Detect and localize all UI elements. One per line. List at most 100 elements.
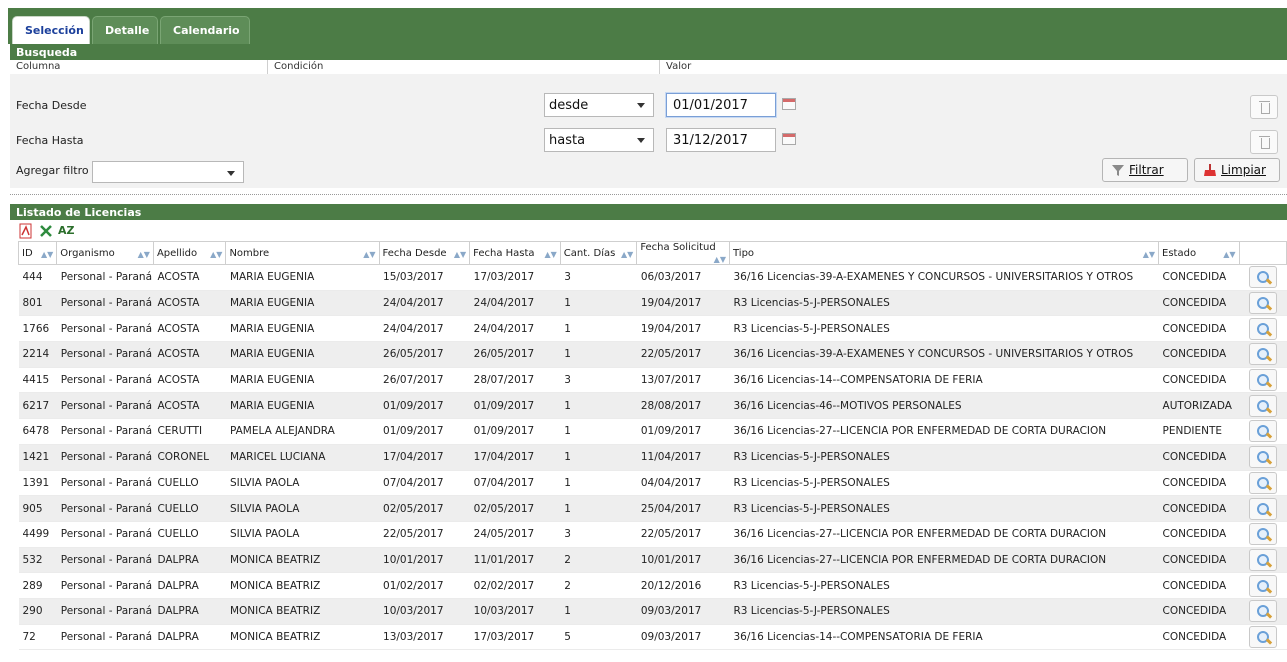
cell-fecha-solicitud: 09/03/2017 <box>636 624 730 651</box>
table-row[interactable]: 905 Personal - Paraná CUELLO SILVIA PAOLA 02… <box>18 495 1287 522</box>
cell-organismo: Personal - Paraná <box>56 444 154 471</box>
chevron-down-icon <box>637 103 645 108</box>
tab-calendario[interactable]: Calendario <box>160 16 250 44</box>
calendar-icon[interactable] <box>782 98 796 110</box>
column-header-apellido[interactable]: Apellido ▲▼ <box>152 241 227 265</box>
table-row[interactable]: 1391 Personal - Paraná CUELLO SILVIA PAOLA 0… <box>18 470 1287 497</box>
cell-fecha-solicitud: 19/04/2017 <box>636 315 730 343</box>
cell-estado: CONCEDIDA <box>1158 521 1240 548</box>
condition-select-desde[interactable]: desde <box>544 93 654 117</box>
table-row[interactable]: 801 Personal - Paraná ACOSTA MARIA EUGENIA 2… <box>18 290 1287 317</box>
filter-button-label: Filtrar <box>1129 163 1164 177</box>
table-row[interactable]: 4499 Personal - Paraná CUELLO SILVIA PAOLA 2… <box>18 521 1287 548</box>
tab-detalle[interactable]: Detalle <box>92 16 158 44</box>
table-row[interactable]: 444 Personal - Paraná ACOSTA MARIA EUGENIA 1… <box>18 264 1287 291</box>
remove-filter-hasta-button[interactable] <box>1250 130 1278 154</box>
cell-organismo: Personal - Paraná <box>56 598 154 625</box>
calendar-icon[interactable] <box>782 133 796 145</box>
cell-estado: CONCEDIDA <box>1158 572 1240 599</box>
view-detail-magnifier-icon[interactable] <box>1248 471 1277 494</box>
table-row[interactable]: 290 Personal - Paraná DALPRA MONICA BEATRIZ… <box>18 598 1287 625</box>
cell-estado: CONCEDIDA <box>1158 341 1240 368</box>
cell-actions <box>1239 470 1287 497</box>
tab-seleccion[interactable]: Selección <box>12 16 90 44</box>
cell-estado: CONCEDIDA <box>1158 624 1240 651</box>
view-detail-magnifier-icon[interactable] <box>1248 548 1277 571</box>
cell-cant-dias: 5 <box>560 624 637 651</box>
table-row[interactable]: 4415 Personal - Paraná ACOSTA MARIA EUGENIA… <box>18 367 1287 394</box>
view-detail-magnifier-icon[interactable] <box>1248 574 1277 597</box>
broom-icon <box>1204 164 1216 176</box>
view-detail-magnifier-icon[interactable] <box>1248 292 1277 315</box>
column-header-id[interactable]: ID ▲▼ <box>17 241 58 265</box>
cell-fecha-hasta: 17/03/2017 <box>469 264 561 291</box>
cell-id: 4499 <box>18 521 57 548</box>
cell-cant-dias: 1 <box>560 315 637 343</box>
column-header-organismo[interactable]: Organismo ▲▼ <box>56 241 154 265</box>
view-detail-magnifier-icon[interactable] <box>1248 343 1277 366</box>
table-row[interactable]: 532 Personal - Paraná DALPRA MONICA BEATRIZ… <box>18 547 1287 574</box>
cell-fecha-solicitud: 01/09/2017 <box>636 418 730 445</box>
cell-fecha-hasta: 11/01/2017 <box>469 547 561 574</box>
fecha-desde-input[interactable]: 01/01/2017 <box>666 93 776 117</box>
sort-az-icon[interactable]: AZ <box>58 223 75 239</box>
cell-nombre: SILVIA PAOLA <box>225 470 380 497</box>
cell-nombre: PAMELA ALEJANDRA <box>225 418 380 445</box>
sort-arrows-icon: ▲▼ <box>137 249 150 259</box>
cell-id: 4415 <box>18 367 57 394</box>
column-header-fecha-solicitud[interactable]: Fecha Solicitud ▲▼ <box>636 241 730 265</box>
view-detail-magnifier-icon[interactable] <box>1248 446 1277 469</box>
table-row[interactable]: 6478 Personal - Paraná CERUTTI PAMELA ALEJA… <box>18 418 1287 445</box>
cell-organismo: Personal - Paraná <box>56 392 154 420</box>
cell-fecha-hasta: 24/04/2017 <box>469 290 561 317</box>
clear-button[interactable]: Limpiar <box>1194 158 1280 182</box>
table-row[interactable]: 72 Personal - Paraná DALPRA MONICA BEATRIZ 1… <box>18 624 1287 651</box>
excel-export-icon[interactable] <box>38 223 54 239</box>
column-header-cant-dias[interactable]: Cant. Días ▲▼ <box>559 241 638 265</box>
column-header-fecha-hasta[interactable]: Fecha Hasta ▲▼ <box>469 241 561 265</box>
view-detail-magnifier-icon[interactable] <box>1248 625 1277 648</box>
add-filter-select[interactable] <box>92 161 244 183</box>
table-row[interactable]: 2214 Personal - Paraná ACOSTA MARIA EUGENIA… <box>18 341 1287 368</box>
cell-fecha-desde: 01/09/2017 <box>379 392 470 420</box>
view-detail-magnifier-icon[interactable] <box>1248 317 1277 340</box>
table-row[interactable]: 6217 Personal - Paraná ACOSTA MARIA EUGENIA… <box>18 392 1287 420</box>
sort-arrows-icon: ▲▼ <box>363 249 376 259</box>
cell-apellido: DALPRA <box>153 624 226 651</box>
view-detail-magnifier-icon[interactable] <box>1248 369 1277 392</box>
cell-tipo: 36/16 Licencias-39-A-EXAMENES Y CONCURSO… <box>729 341 1159 368</box>
column-header-nombre[interactable]: Nombre ▲▼ <box>225 241 380 265</box>
view-detail-magnifier-icon[interactable] <box>1248 266 1277 289</box>
fecha-hasta-input[interactable]: 31/12/2017 <box>666 128 776 152</box>
cell-fecha-desde: 10/01/2017 <box>379 547 470 574</box>
table-row[interactable]: 1766 Personal - Paraná ACOSTA MARIA EUGENIA… <box>18 315 1287 343</box>
cell-id: 1421 <box>18 444 57 471</box>
sort-arrows-icon: ▲▼ <box>621 249 634 259</box>
cell-cant-dias: 1 <box>560 495 637 522</box>
cell-apellido: CUELLO <box>153 495 226 522</box>
cell-nombre: SILVIA PAOLA <box>225 495 380 522</box>
column-header-fecha-desde[interactable]: Fecha Desde ▲▼ <box>378 241 471 265</box>
cell-fecha-desde: 24/04/2017 <box>379 315 470 343</box>
table-row[interactable]: 1421 Personal - Paraná CORONEL MARICEL LUCI… <box>18 444 1287 471</box>
condition-select-hasta[interactable]: hasta <box>544 128 654 152</box>
column-header-estado[interactable]: Estado ▲▼ <box>1158 241 1240 265</box>
cell-apellido: ACOSTA <box>153 264 226 291</box>
view-detail-magnifier-icon[interactable] <box>1248 420 1277 443</box>
view-detail-magnifier-icon[interactable] <box>1248 523 1277 546</box>
remove-filter-desde-button[interactable] <box>1250 95 1278 119</box>
pdf-export-icon[interactable] <box>18 223 34 239</box>
column-header-tipo[interactable]: Tipo ▲▼ <box>728 241 1160 265</box>
cell-fecha-solicitud: 22/05/2017 <box>636 521 730 548</box>
cell-apellido: DALPRA <box>153 572 226 599</box>
filter-button[interactable]: Filtrar <box>1102 158 1188 182</box>
view-detail-magnifier-icon[interactable] <box>1248 394 1277 417</box>
cell-organismo: Personal - Paraná <box>56 521 154 548</box>
cell-nombre: SILVIA PAOLA <box>225 521 380 548</box>
list-section-header: Listado de Licencias <box>10 204 1287 220</box>
cell-apellido: ACOSTA <box>153 392 226 420</box>
table-row[interactable]: 289 Personal - Paraná DALPRA MONICA BEATRIZ… <box>18 572 1287 599</box>
cell-estado: CONCEDIDA <box>1158 547 1240 574</box>
view-detail-magnifier-icon[interactable] <box>1248 600 1277 623</box>
view-detail-magnifier-icon[interactable] <box>1248 497 1277 520</box>
